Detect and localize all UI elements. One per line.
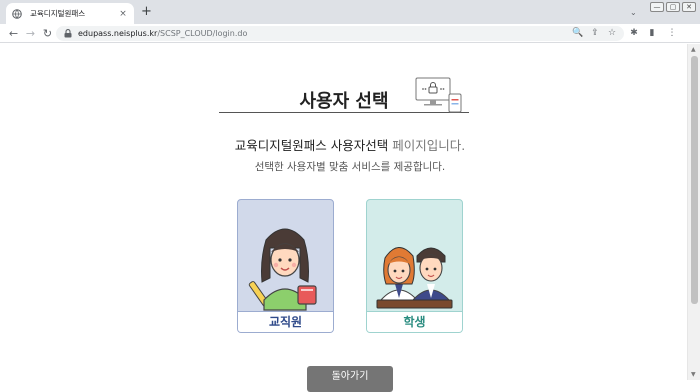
student-select-card[interactable]: 학생 [366, 199, 463, 333]
computer-lock-icon [415, 77, 462, 113]
url-text[interactable]: edupass.neisplus.kr/SCSP_CLOUD/login.do [78, 27, 247, 40]
back-button[interactable]: 돌아가기 [307, 366, 393, 392]
close-window-icon[interactable]: ✕ [682, 2, 696, 12]
teacher-illustration-icon [248, 228, 317, 311]
back-icon[interactable]: ← [7, 27, 20, 40]
student-card-label: 학생 [367, 311, 462, 332]
close-tab-icon[interactable]: × [118, 9, 128, 19]
address-bar[interactable]: edupass.neisplus.kr/SCSP_CLOUD/login.do … [56, 26, 624, 41]
side-panel-icon[interactable]: ▮ [646, 27, 658, 40]
scroll-thumb[interactable] [691, 56, 698, 304]
new-tab-icon[interactable]: + [141, 5, 152, 18]
page-viewport: 사용자 선택 교육디지털원패스 사용자선택 페이지입니다. 선택한 사용자별 맞… [0, 44, 687, 392]
share-icon[interactable]: ⇪ [589, 27, 601, 40]
browser-menu-icon[interactable]: ⋮ [666, 27, 678, 40]
browser-toolbar: ← → ↻ edupass.neisplus.kr/SCSP_CLOUD/log… [0, 24, 700, 43]
forward-icon[interactable]: → [24, 27, 37, 40]
globe-icon [12, 8, 22, 19]
staff-select-card[interactable]: 교직원 [237, 199, 334, 333]
url-host: edupass.neisplus.kr [78, 29, 158, 38]
tab-strip: 교육디지털원패스 × + ⌄ — ▢ ✕ [0, 0, 700, 24]
scroll-up-icon[interactable]: ▲ [691, 46, 696, 53]
minimize-icon[interactable]: — [650, 2, 664, 12]
bookmark-star-icon[interactable]: ☆ [606, 27, 618, 40]
intro-text: 교육디지털원패스 사용자선택 페이지입니다. [0, 135, 700, 154]
intro-subtext: 선택한 사용자별 맞춤 서비스를 제공합니다. [254, 161, 446, 173]
tab-title: 교육디지털원패스 [30, 9, 86, 18]
intro-muted: 페이지입니다. [392, 138, 466, 153]
scroll-down-icon[interactable]: ▼ [691, 371, 696, 378]
intro-strong: 교육디지털원패스 사용자선택 [234, 138, 389, 153]
extensions-icon[interactable]: ✱ [628, 27, 640, 40]
search-icon[interactable]: 🔍 [572, 27, 584, 40]
lock-icon [64, 29, 72, 38]
tab-search-icon[interactable]: ⌄ [630, 8, 637, 17]
maximize-icon[interactable]: ▢ [666, 2, 680, 12]
students-illustration-icon [376, 247, 453, 309]
staff-card-label: 교직원 [238, 311, 333, 332]
page-scrollbar[interactable]: ▲ ▼ [687, 44, 700, 380]
browser-tab[interactable]: 교육디지털원패스 × [6, 3, 134, 24]
url-path: /SCSP_CLOUD/login.do [157, 29, 248, 38]
reload-icon[interactable]: ↻ [41, 27, 54, 40]
